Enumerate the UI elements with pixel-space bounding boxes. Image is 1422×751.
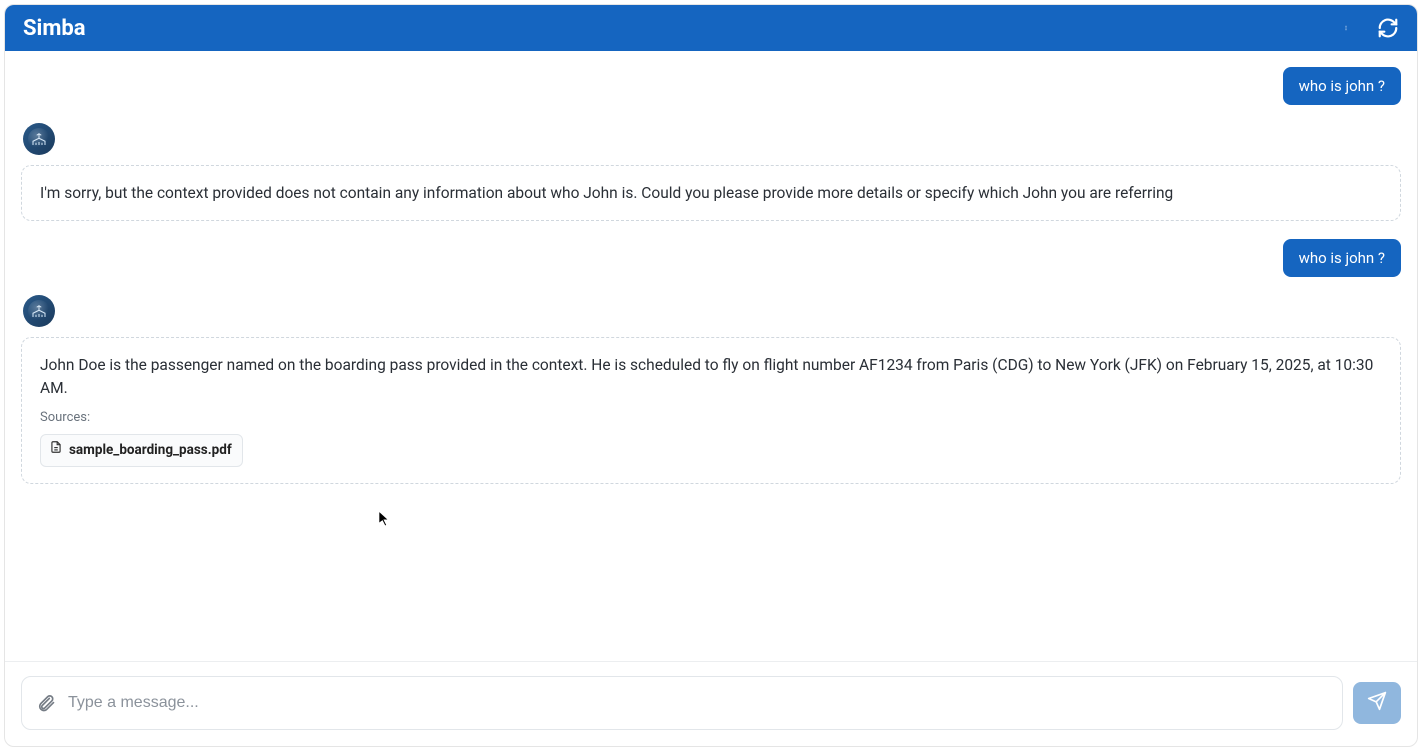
- input-box: [21, 676, 1343, 730]
- header-actions: [1335, 17, 1399, 39]
- bot-avatar-icon: [23, 295, 55, 327]
- bot-message-text: I'm sorry, but the context provided does…: [40, 184, 1173, 202]
- bot-message-row: I'm sorry, but the context provided does…: [21, 123, 1401, 221]
- document-icon: [49, 440, 63, 461]
- message-input[interactable]: [68, 694, 1334, 712]
- source-name: sample_boarding_pass.pdf: [69, 441, 232, 461]
- app-title: Simba: [23, 16, 1335, 41]
- input-area: [5, 661, 1417, 746]
- chat-area[interactable]: who is john ? I'm sorry, but the context…: [5, 51, 1417, 661]
- refresh-icon[interactable]: [1377, 17, 1399, 39]
- attachment-icon[interactable]: [36, 693, 56, 713]
- more-icon[interactable]: [1335, 17, 1357, 39]
- bot-message-text: John Doe is the passenger named on the b…: [40, 354, 1382, 399]
- bot-message-row: John Doe is the passenger named on the b…: [21, 295, 1401, 483]
- bot-avatar-icon: [23, 123, 55, 155]
- user-message: who is john ?: [1283, 239, 1401, 277]
- bot-message: I'm sorry, but the context provided does…: [21, 165, 1401, 221]
- bot-message: John Doe is the passenger named on the b…: [21, 337, 1401, 483]
- send-button[interactable]: [1353, 682, 1401, 724]
- user-message-row: who is john ?: [21, 67, 1401, 105]
- app-frame: Simba who is john ?: [4, 4, 1418, 747]
- send-icon: [1367, 691, 1387, 715]
- user-message-row: who is john ?: [21, 239, 1401, 277]
- sources-label: Sources:: [40, 409, 1382, 428]
- source-chip[interactable]: sample_boarding_pass.pdf: [40, 434, 243, 467]
- user-message: who is john ?: [1283, 67, 1401, 105]
- header: Simba: [5, 5, 1417, 51]
